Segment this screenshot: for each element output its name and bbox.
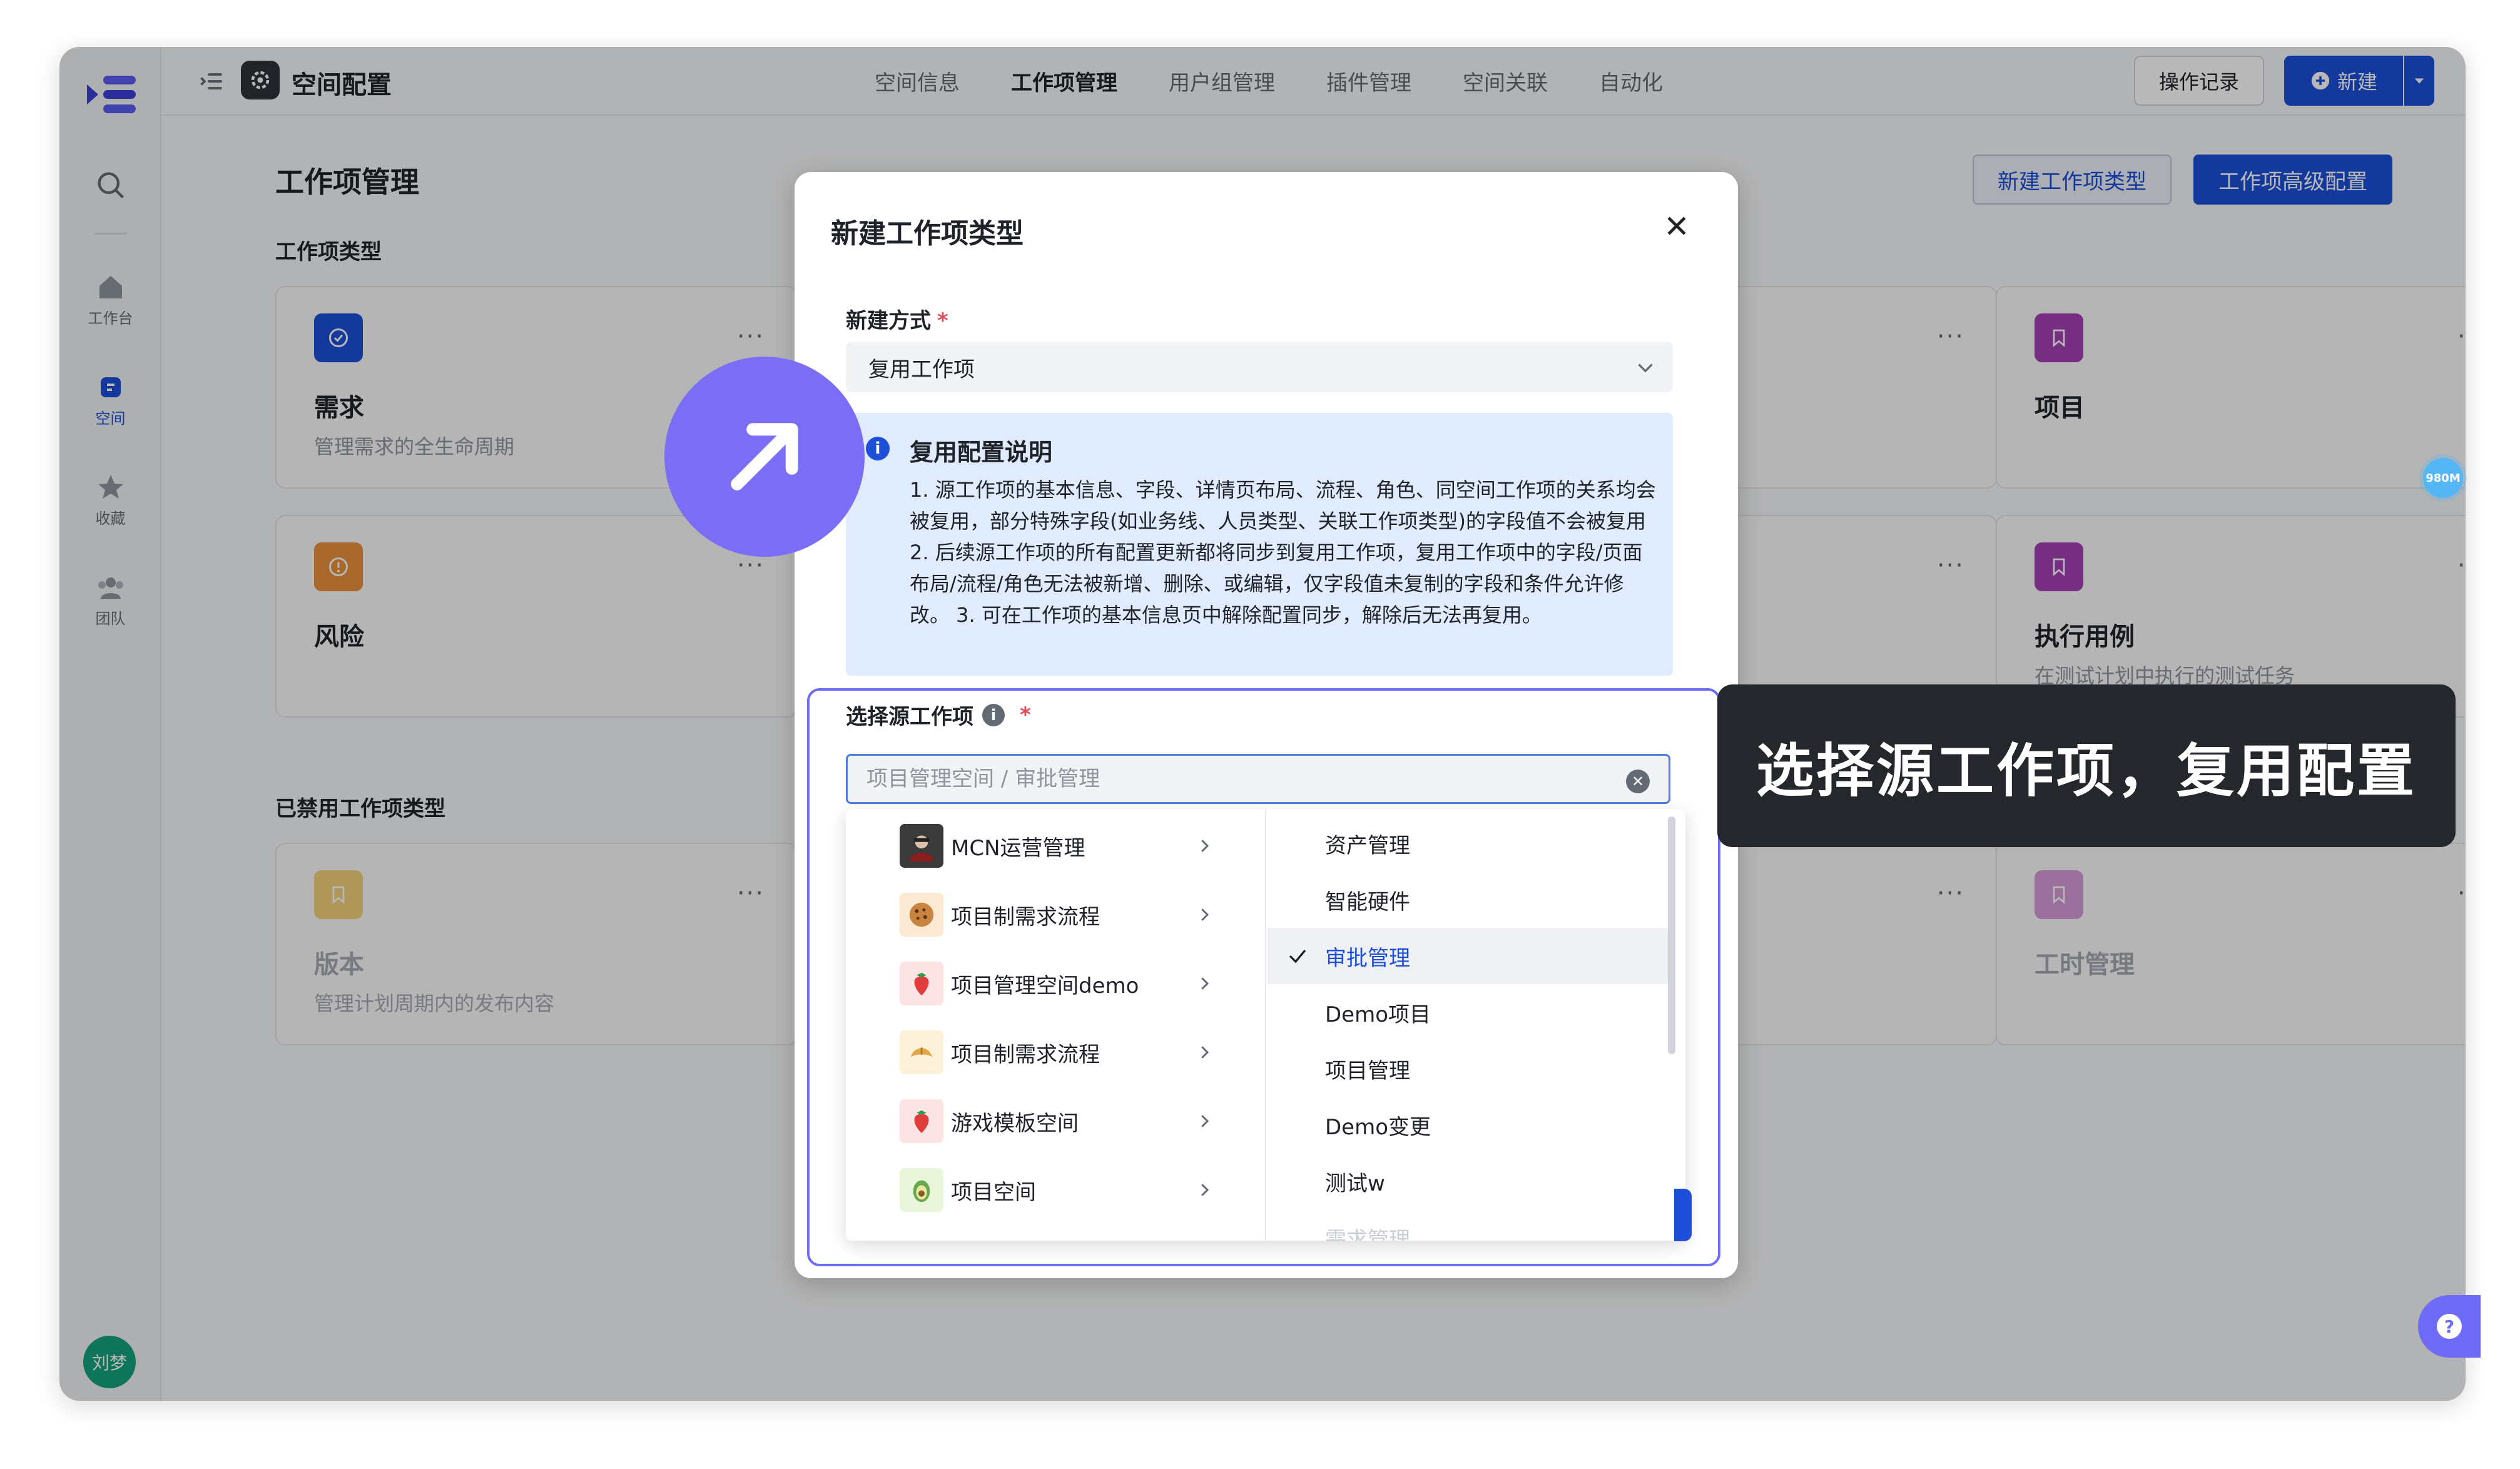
info-text: 1. 源工作项的基本信息、字段、详情页布局、流程、角色、同空间工作项的关系均会被… [910, 478, 1656, 627]
space-option-label: 项目制需求流程 [951, 1042, 1100, 1067]
arrow-up-right-icon [731, 423, 798, 491]
check-icon [1289, 949, 1306, 963]
strawberry-icon [900, 962, 943, 1005]
space-option[interactable]: 项目制需求流程 [846, 1018, 1266, 1087]
work-item-option[interactable]: 测试w [1268, 1153, 1668, 1209]
reuse-info-panel: i 复用配置说明 1. 源工作项的基本信息、字段、详情页布局、流程、角色、同空间… [846, 413, 1673, 676]
source-label: 选择源工作项 i * [846, 699, 1031, 730]
work-item-option[interactable]: 项目管理 [1268, 1040, 1668, 1097]
chevron-down-icon [1638, 363, 1653, 373]
info-icon: i [866, 437, 890, 460]
source-label-text: 选择源工作项 [846, 704, 973, 729]
chevron-right-icon [1201, 1115, 1209, 1127]
modal-title: 新建工作项类型 [831, 218, 1024, 250]
work-item-list: 资产管理 智能硬件 审批管理 Demo项目 项目管理 Demo变更 测试w 需求… [1268, 809, 1685, 1241]
method-label: 新建方式 * [846, 303, 948, 334]
question-icon: ? [2437, 1314, 2462, 1339]
space-option-label: 项目空间 [951, 1179, 1036, 1205]
work-item-option[interactable]: Demo变更 [1268, 1097, 1668, 1153]
space-list: MCN运营管理 项目制需求流程 项目管理空间demo 项目制需求流程 游戏模板空… [846, 809, 1266, 1241]
tutorial-tooltip: 选择源工作项，复用配置 [1717, 684, 2456, 847]
space-option-label: 项目管理空间demo [951, 973, 1139, 999]
source-search-input[interactable]: ✕ [846, 754, 1670, 804]
work-item-option-selected[interactable]: 审批管理 [1268, 928, 1668, 984]
chevron-right-icon [1201, 840, 1209, 852]
clear-icon[interactable]: ✕ [1626, 770, 1650, 793]
memory-badge[interactable]: 980M [2423, 458, 2463, 498]
work-item-option[interactable]: 智能硬件 [1268, 872, 1668, 928]
source-input-field[interactable] [866, 766, 1605, 791]
space-option[interactable]: MCN运营管理 [846, 811, 1266, 880]
space-option-label: 项目制需求流程 [951, 904, 1100, 930]
chevron-right-icon [1201, 1046, 1209, 1059]
work-item-option[interactable]: 资产管理 [1268, 815, 1668, 872]
pointer-hint [664, 357, 865, 557]
method-select-value: 复用工作项 [868, 357, 975, 382]
space-option-label: 游戏模板空间 [951, 1111, 1079, 1136]
space-option-label: MCN运营管理 [951, 835, 1085, 861]
dropdown-scrollbar[interactable] [1668, 816, 1675, 1054]
method-select[interactable]: 复用工作项 [846, 342, 1673, 392]
space-option[interactable]: 游戏模板空间 [846, 1087, 1266, 1156]
method-label-text: 新建方式 [846, 308, 931, 333]
work-item-option-label: 审批管理 [1325, 945, 1410, 971]
croissant-icon [900, 1030, 943, 1074]
chevron-right-icon [1201, 908, 1209, 921]
avocado-icon [900, 1168, 943, 1212]
work-item-option[interactable]: 需求管理 [1268, 1209, 1668, 1241]
info-title: 复用配置说明 [910, 439, 1053, 466]
cookie-icon [900, 893, 943, 937]
close-icon[interactable] [1663, 212, 1690, 240]
work-item-option[interactable]: Demo项目 [1268, 984, 1668, 1040]
space-option[interactable]: 项目管理空间demo [846, 949, 1266, 1018]
strawberry-icon [900, 1099, 943, 1143]
required-mark: * [1020, 702, 1031, 728]
required-mark: * [937, 308, 948, 333]
hidden-confirm-button[interactable] [1674, 1189, 1692, 1241]
space-option[interactable]: 项目制需求流程 [846, 880, 1266, 949]
chevron-right-icon [1201, 1184, 1209, 1196]
chevron-right-icon [1201, 977, 1209, 990]
info-circle-icon[interactable]: i [982, 703, 1005, 726]
help-button[interactable]: ? [2418, 1295, 2481, 1358]
space-option[interactable]: 项目空间 [846, 1156, 1266, 1224]
avatar-photo-icon [900, 824, 943, 868]
source-cascader-dropdown: MCN运营管理 项目制需求流程 项目管理空间demo 项目制需求流程 游戏模板空… [846, 809, 1685, 1241]
